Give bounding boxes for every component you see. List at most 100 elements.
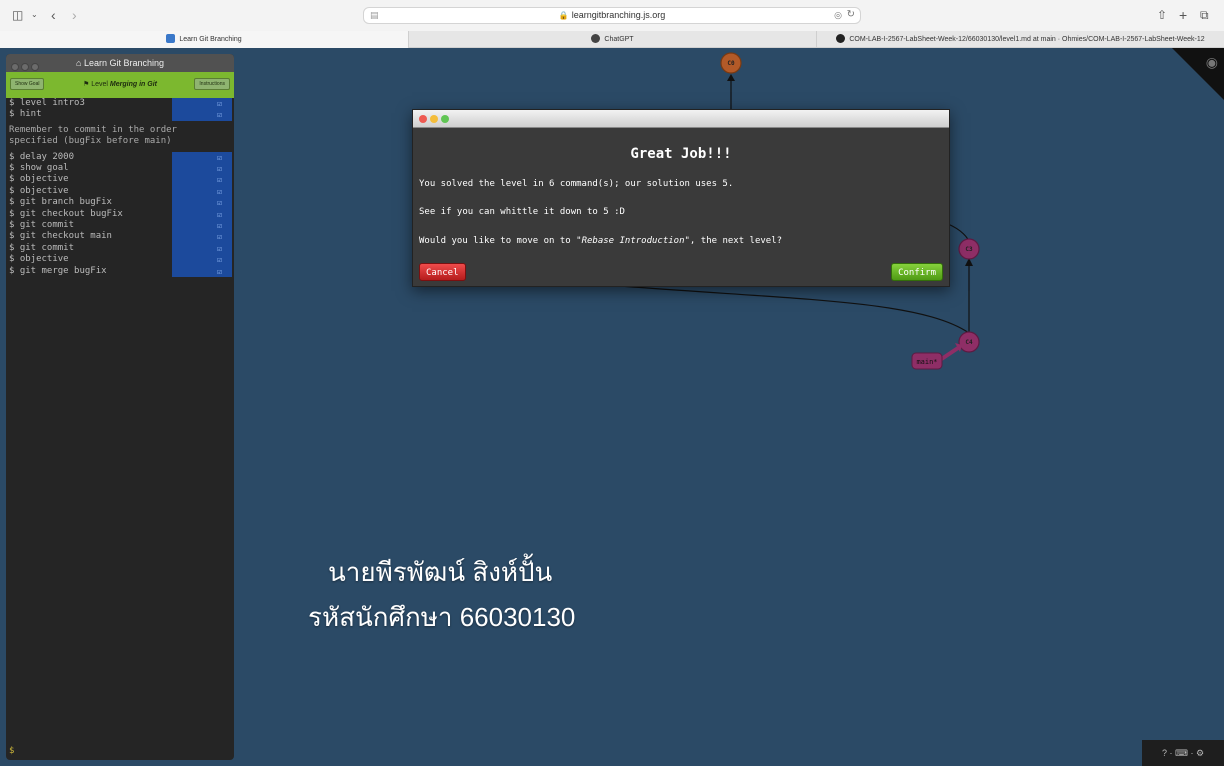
status-block: [172, 174, 232, 186]
command-text: $ show goal: [9, 162, 69, 173]
checkmark-icon: ☑: [217, 110, 222, 120]
branch-label: main*: [916, 358, 937, 366]
tab-github[interactable]: COM-LAB-I-2567-LabSheet-Week-12/66030130…: [816, 31, 1224, 48]
commit-node-c0[interactable]: C0: [720, 52, 742, 74]
status-block: [172, 185, 232, 198]
instructions-button[interactable]: Instructions: [194, 78, 230, 90]
merge-edge: [619, 285, 970, 334]
commit-label-c4: C4: [965, 339, 973, 346]
tab-overview-icon[interactable]: ⧉: [1200, 7, 1209, 23]
help-bar[interactable]: ? · ⌨ · ⚙: [1142, 740, 1224, 766]
sidebar-toggle-icon[interactable]: ◫: [12, 7, 23, 23]
status-block: [172, 231, 232, 243]
commit-label-c0: C0: [727, 60, 735, 67]
tab-chatgpt[interactable]: ChatGPT: [408, 31, 816, 48]
status-block: [172, 254, 232, 266]
command-text: $ git checkout bugFix: [9, 208, 123, 219]
status-block: [172, 265, 232, 277]
dialog-next-level-text: Would you like to move on to "Rebase Int…: [419, 236, 783, 246]
commit-node-c3[interactable]: C3: [958, 238, 980, 260]
close-dot-icon[interactable]: [11, 63, 19, 71]
command-entry: $ objective ☑: [6, 185, 234, 198]
command-entry: $ objective ☑: [6, 174, 234, 186]
command-prompt[interactable]: $: [9, 746, 14, 756]
tab-bar: × Learn Git Branching ChatGPT COM-LAB-I-…: [0, 31, 1224, 48]
back-icon[interactable]: ‹: [51, 7, 56, 23]
command-text: $ git commit: [9, 219, 75, 230]
tab-learn-git-branching[interactable]: Learn Git Branching: [0, 31, 408, 48]
status-block: [172, 109, 232, 121]
command-text: $ git branch bugFix: [9, 197, 112, 208]
command-entry: $ git commit ☑: [6, 242, 234, 255]
branch-tag-main[interactable]: main*: [911, 352, 943, 370]
home-icon: ⌂: [76, 58, 84, 68]
octocat-icon: ◉: [1205, 54, 1218, 70]
c3-arrowhead: [965, 258, 973, 266]
minimize-dot-icon[interactable]: [430, 115, 438, 123]
command-entry: $ git branch bugFix ☑: [6, 197, 234, 209]
command-text: $ git commit: [9, 242, 75, 253]
student-id: รหัสนักศึกษา 66030130: [308, 602, 576, 632]
chevron-down-icon[interactable]: ⌄: [31, 7, 38, 23]
dialog-titlebar: [413, 110, 949, 128]
url-text: learngitbranching.js.org: [571, 10, 666, 20]
command-entry: $ objective ☑: [6, 254, 234, 266]
command-entry: $ git commit ☑: [6, 219, 234, 232]
terminal-title: Learn Git Branching: [83, 58, 164, 68]
command-text: $ delay 2000: [9, 151, 75, 162]
github-favicon-icon: [836, 34, 846, 43]
zoom-dot-icon[interactable]: [441, 115, 449, 123]
status-block: [172, 208, 232, 220]
forward-icon[interactable]: ›: [72, 7, 77, 23]
command-text: $ objective: [9, 174, 69, 185]
zoom-dot-icon[interactable]: [31, 63, 39, 71]
command-text: $ git merge bugFix: [9, 265, 107, 276]
status-block: [172, 98, 232, 110]
commit-node-c4[interactable]: C4: [958, 331, 980, 353]
command-entry: $ level intro3 ☑: [6, 98, 234, 110]
command-log: $ level intro3 ☑ $ hint ☑ Remember to commi…: [6, 98, 234, 277]
checkmark-icon: ☑: [217, 266, 222, 276]
success-dialog: Great Job!!! You solved the level in 6 c…: [412, 109, 950, 287]
terminal-titlebar: ⌂ Learn Git Branching: [6, 54, 234, 72]
checkmark-icon: ☑: [217, 243, 222, 253]
checkmark-icon: ☑: [217, 186, 222, 196]
checkmark-icon: ☑: [217, 232, 222, 242]
command-entry: $ git checkout bugFix ☑: [6, 208, 234, 220]
command-text: $ objective: [9, 185, 69, 196]
new-tab-icon[interactable]: +: [1179, 7, 1187, 23]
command-text: $ hint: [9, 109, 42, 120]
c0-arrowhead: [727, 74, 735, 81]
confirm-button[interactable]: Confirm: [891, 263, 943, 281]
status-block: [172, 197, 232, 209]
checkmark-icon: ☑: [217, 255, 222, 265]
c3-edge: [947, 223, 970, 243]
reload-icon[interactable]: ↻: [847, 9, 855, 20]
lock-icon: 🔒: [558, 11, 569, 20]
checkmark-icon: ☑: [217, 175, 222, 185]
command-text: $ git checkout main: [9, 231, 112, 242]
level-toolbar: Show Goal ⚑ Level Merging in Git Instruc…: [6, 72, 234, 98]
checkmark-icon: ☑: [217, 99, 222, 108]
git-favicon-icon: [166, 34, 176, 43]
address-bar[interactable]: ▤ 🔒 learngitbranching.js.org ◎ ↻: [363, 7, 861, 24]
dialog-title: Great Job!!!: [630, 146, 732, 162]
github-corner[interactable]: ◉: [1172, 48, 1224, 100]
branch-pointer-arrow: [938, 346, 960, 362]
student-name: นายพีรพัฒน์ สิงห์ปั้น: [328, 557, 553, 587]
cancel-button[interactable]: Cancel: [419, 263, 466, 281]
minimize-dot-icon[interactable]: [21, 63, 29, 71]
command-entry: $ delay 2000 ☑: [6, 151, 234, 163]
close-dot-icon[interactable]: [419, 115, 427, 123]
commit-label-c3: C3: [965, 246, 973, 253]
hint-text: Remember to commit in the order specifie…: [9, 124, 177, 147]
translate-icon[interactable]: ◎: [834, 10, 842, 21]
checkmark-icon: ☑: [217, 209, 222, 219]
branch-arrowhead: [955, 343, 962, 352]
command-text: $ level intro3: [9, 98, 85, 108]
dialog-result-text: You solved the level in 6 command(s); ou…: [419, 179, 734, 189]
share-icon[interactable]: ⇧: [1157, 7, 1167, 23]
browser-toolbar: ◫ ⌄ ‹ › ▤ 🔒 learngitbranching.js.org ◎ ↻ …: [0, 0, 1224, 31]
command-text: $ objective: [9, 254, 69, 265]
chatgpt-favicon-icon: [591, 34, 601, 43]
